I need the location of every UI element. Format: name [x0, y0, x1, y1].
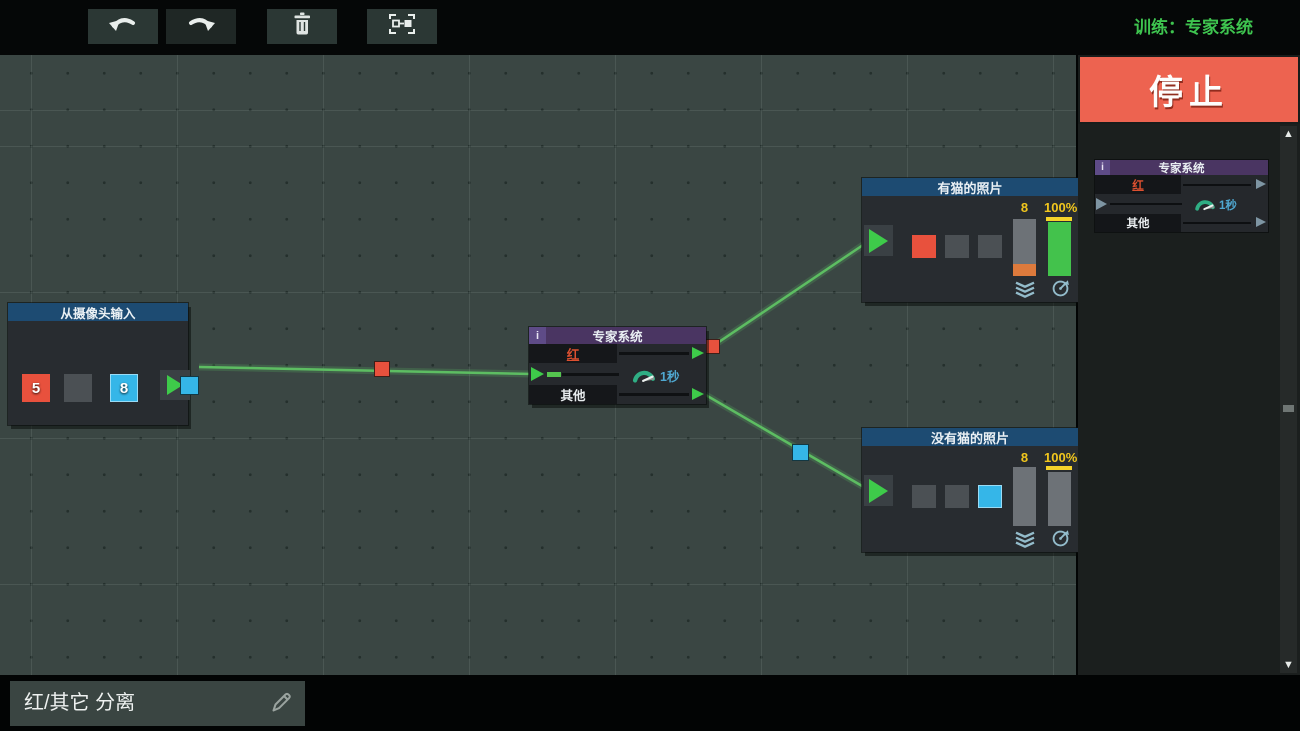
queue-count-label: 8: [1013, 450, 1036, 465]
accuracy-label: 100%: [1044, 450, 1076, 465]
node-title: 从摄像头输入: [8, 303, 188, 321]
training-status-label: 训练：专家系统: [1134, 13, 1253, 38]
output-port-icon: [1256, 179, 1266, 189]
node-title: 专家系统: [592, 326, 642, 345]
wire-stub: [619, 393, 689, 396]
packet-slot-cyan: [978, 485, 1002, 508]
stop-button[interactable]: 停止: [1080, 57, 1298, 122]
scroll-thumb[interactable]: [1283, 405, 1294, 412]
process-row: 1秒: [529, 363, 706, 385]
node-photos-without-cats[interactable]: 没有猫的照片 8 100%: [862, 428, 1078, 552]
pencil-icon[interactable]: [269, 691, 293, 720]
packet-slot-empty: [978, 235, 1002, 258]
node-title: 专家系统: [1159, 160, 1205, 176]
play-icon: [869, 229, 888, 253]
wire-stub: [1183, 222, 1251, 224]
wire-stub: [1183, 184, 1251, 186]
output-port-icon: [1256, 217, 1266, 227]
target-icon[interactable]: [1051, 529, 1070, 553]
timer-label: 1秒: [1219, 197, 1237, 213]
node-title: 没有猫的照片: [862, 428, 1078, 446]
node-photos-with-cats[interactable]: 有猫的照片 8 100%: [862, 178, 1078, 302]
output-label-red: 红: [1132, 177, 1144, 193]
queue-count-label: 8: [1013, 200, 1036, 215]
packet-slot-red: 5: [22, 374, 50, 402]
packet-slot-empty: [912, 485, 936, 508]
game-screen: 训练：专家系统 从摄像头输入 5 8: [0, 0, 1300, 731]
packet-slot-empty: [945, 235, 969, 258]
accuracy-bar: [1048, 222, 1071, 276]
solution-name-text: 红/其它 分离: [24, 681, 135, 726]
progress-track: [1110, 203, 1182, 205]
right-sidebar: 停止 i 专家系统 红: [1078, 55, 1300, 675]
queue-bar: [1013, 219, 1036, 276]
queue-bar: [1013, 467, 1036, 526]
delete-button[interactable]: [267, 9, 337, 44]
output-label-other: 其他: [1127, 215, 1150, 231]
accuracy-bar: [1048, 472, 1071, 526]
undo-icon: [106, 12, 140, 41]
redo-button[interactable]: [166, 9, 236, 44]
target-icon[interactable]: [1051, 279, 1070, 303]
output-row-other: 其他: [529, 385, 706, 404]
progress-chip: [547, 372, 561, 377]
packet-slot-empty: [945, 485, 969, 508]
packet-slot-empty: [64, 374, 92, 402]
output-port-icon[interactable]: [692, 388, 704, 400]
input-port-button[interactable]: [864, 475, 893, 506]
node-camera-input[interactable]: 从摄像头输入 5 8: [8, 303, 188, 425]
timer-label: 1秒: [660, 366, 679, 385]
accuracy-bar-cap: [1046, 217, 1072, 221]
output-port-icon[interactable]: [692, 347, 704, 359]
scroll-up-icon[interactable]: ▲: [1280, 128, 1297, 140]
packet-slot-cyan: 8: [110, 374, 138, 402]
output-row-red: 红: [529, 344, 706, 363]
input-port-button[interactable]: [864, 225, 893, 256]
node-canvas[interactable]: 从摄像头输入 5 8 i 专家系统 红: [0, 55, 1076, 675]
palette-node-expert-system[interactable]: i 专家系统 红: [1095, 160, 1268, 232]
redo-icon: [184, 12, 218, 41]
output-label-other: 其他: [560, 385, 585, 404]
solution-name-field[interactable]: 红/其它 分离: [10, 681, 305, 726]
input-port-icon[interactable]: [531, 367, 544, 381]
scroll-down-icon[interactable]: ▼: [1280, 659, 1297, 671]
top-toolbar: 训练：专家系统: [0, 0, 1300, 55]
trash-icon: [290, 11, 314, 42]
node-expert-system[interactable]: i 专家系统 红: [529, 327, 706, 404]
play-icon: [869, 479, 888, 503]
input-port-icon: [1096, 198, 1107, 210]
node-title: 有猫的照片: [862, 178, 1078, 196]
accuracy-bar-cap: [1046, 466, 1072, 470]
wire-stub: [619, 352, 689, 355]
bottom-bar: 红/其它 分离 x1: [0, 675, 1300, 731]
node-palette-panel: i 专家系统 红: [1078, 124, 1300, 675]
data-packet-red: [374, 361, 390, 377]
info-badge[interactable]: i: [529, 327, 546, 344]
packet-slot-red: [912, 235, 936, 258]
progress-track: [562, 373, 619, 376]
info-badge[interactable]: i: [1095, 160, 1110, 175]
layers-icon[interactable]: [1014, 280, 1036, 303]
undo-button[interactable]: [88, 9, 158, 44]
fit-view-button[interactable]: [367, 9, 437, 44]
accuracy-label: 100%: [1044, 200, 1076, 215]
fit-view-icon: [387, 12, 417, 41]
data-packet-cyan: [792, 444, 809, 461]
data-packet-red: [705, 339, 720, 354]
output-label-red: 红: [567, 344, 580, 363]
speedometer-icon: [1193, 196, 1217, 216]
output-port-packet-cyan[interactable]: [180, 376, 199, 395]
layers-icon[interactable]: [1014, 530, 1036, 553]
queue-bar-fill: [1013, 264, 1036, 276]
sidebar-scrollbar[interactable]: ▲ ▼: [1280, 126, 1297, 673]
